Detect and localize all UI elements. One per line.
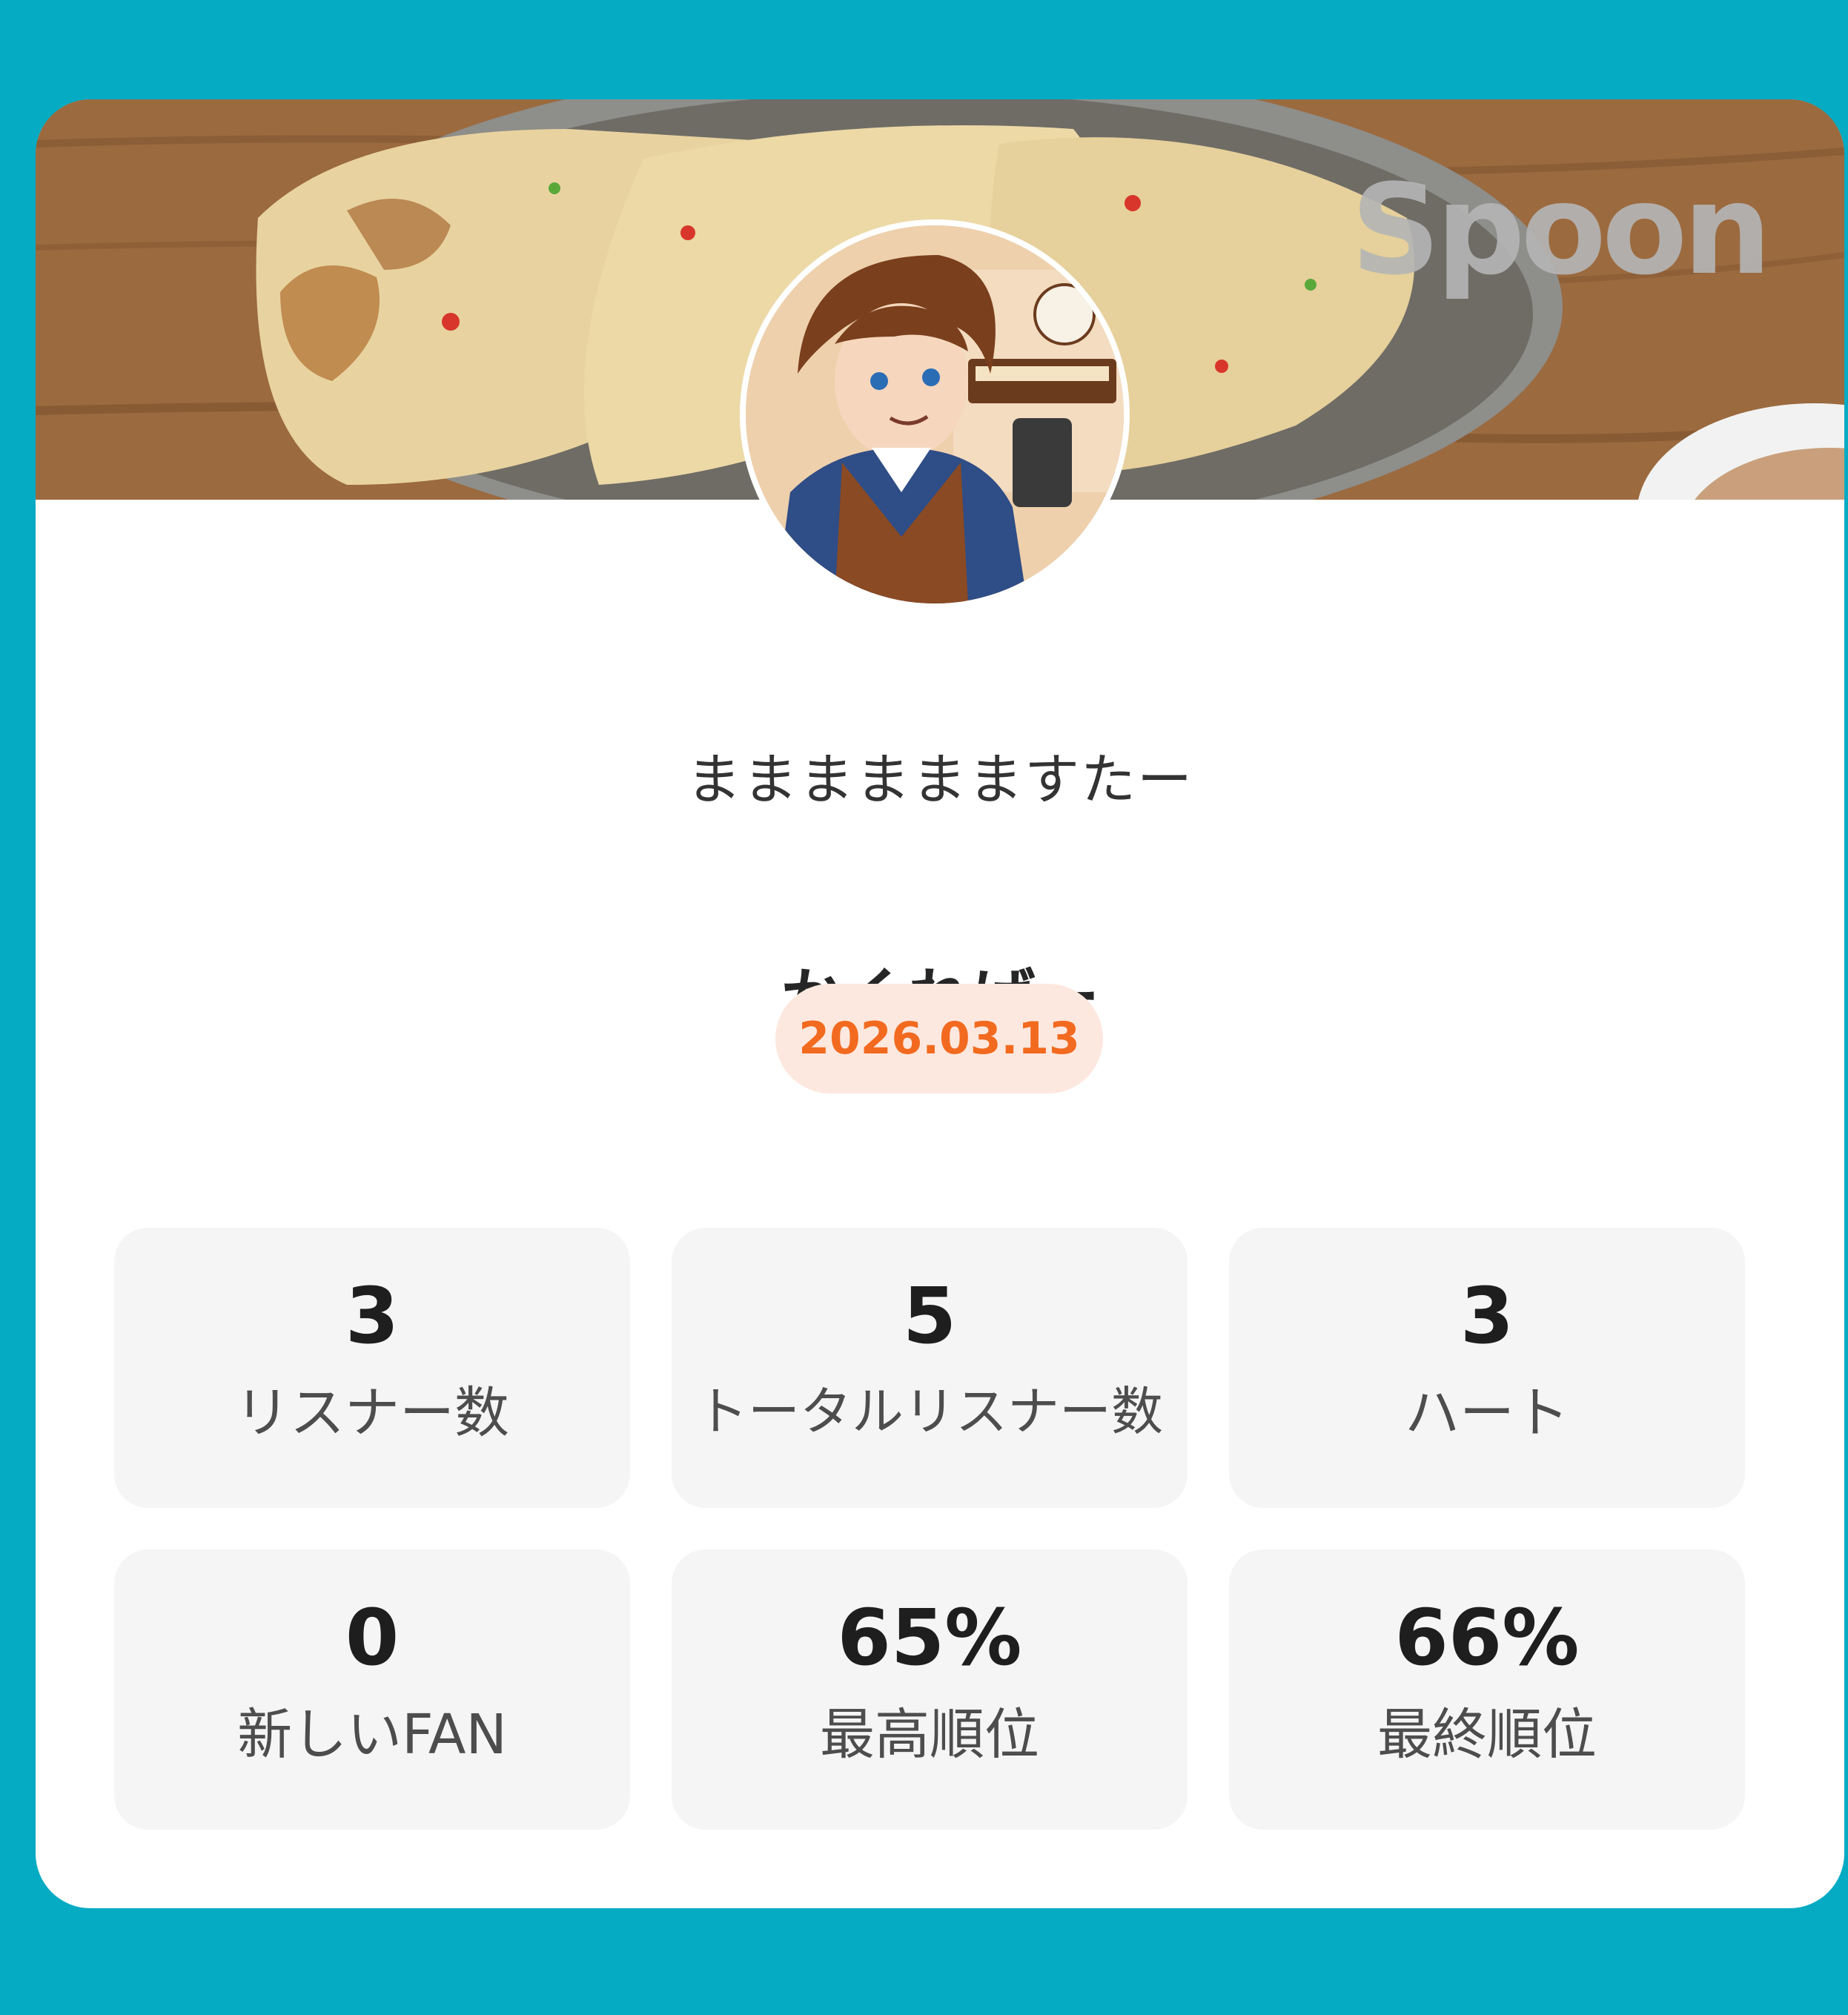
stat-tile-final-rank: 66% 最終順位: [1229, 1549, 1745, 1830]
avatar[interactable]: [740, 219, 1130, 609]
stat-label: トータルリスナー数: [696, 1381, 1163, 1442]
stat-label: ハート: [1405, 1381, 1569, 1445]
stat-tile-listeners: 3 リスナー数: [114, 1228, 630, 1508]
stat-label: 最高順位: [820, 1703, 1039, 1767]
stat-label: リスナー数: [235, 1381, 509, 1445]
stat-value: 3: [345, 1271, 400, 1361]
stat-value: 66%: [1394, 1592, 1580, 1683]
stat-tile-hearts: 3 ハート: [1229, 1228, 1745, 1508]
spoon-logo: Spoon: [1351, 157, 1772, 302]
date-badge: 2026.03.13: [775, 984, 1103, 1093]
username: まままままますたー: [686, 748, 1193, 812]
stat-label: 新しいFAN: [237, 1703, 507, 1767]
stat-tile-total-listeners: 5 トータルリスナー数: [672, 1228, 1188, 1508]
stat-value: 5: [902, 1271, 957, 1361]
character-avatar-icon: [746, 225, 1124, 603]
stat-value: 65%: [837, 1592, 1022, 1683]
stat-label: 最終順位: [1377, 1703, 1597, 1767]
result-card: Spoon まままままますたー かくればー 2026.03.13 3: [36, 99, 1844, 1908]
stat-tile-new-fans: 0 新しいFAN: [114, 1549, 630, 1830]
stat-value: 0: [345, 1592, 400, 1683]
stat-value: 3: [1460, 1271, 1514, 1361]
stat-tile-highest-rank: 65% 最高順位: [672, 1549, 1188, 1830]
